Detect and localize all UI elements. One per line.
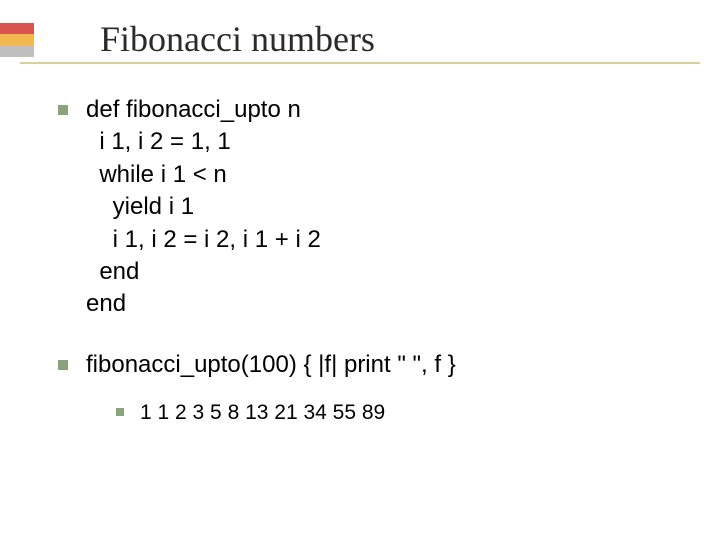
code-line-7: end [86,290,126,317]
code-line-4: yield i 1 [86,193,194,220]
code-line-1: def fibonacci_upto n [86,96,301,123]
code-line-5: i 1, i 2 = i 2, i 1 + i 2 [86,226,321,253]
output-line: 1 1 2 3 5 8 13 21 34 55 89 [140,399,385,427]
bullet-icon [116,408,124,416]
bullet-call: fibonacci_upto(100) { |f| print " ", f } [58,349,690,381]
code-line-6: end [86,258,139,285]
bullet-icon [58,105,68,115]
bullet-icon [58,360,68,370]
sub-bullet-output: 1 1 2 3 5 8 13 21 34 55 89 [116,399,690,427]
code-line-2: i 1, i 2 = 1, 1 [86,128,231,155]
bullet-code: def fibonacci_upto n i 1, i 2 = 1, 1 whi… [58,94,690,321]
slide-content: def fibonacci_upto n i 1, i 2 = 1, 1 whi… [58,94,690,427]
title-underline [20,62,700,64]
accent-bar [0,23,34,57]
call-line: fibonacci_upto(100) { |f| print " ", f } [86,349,456,381]
code-line-3: while i 1 < n [86,161,227,188]
slide-title: Fibonacci numbers [100,18,375,60]
code-block: def fibonacci_upto n i 1, i 2 = 1, 1 whi… [86,94,321,321]
